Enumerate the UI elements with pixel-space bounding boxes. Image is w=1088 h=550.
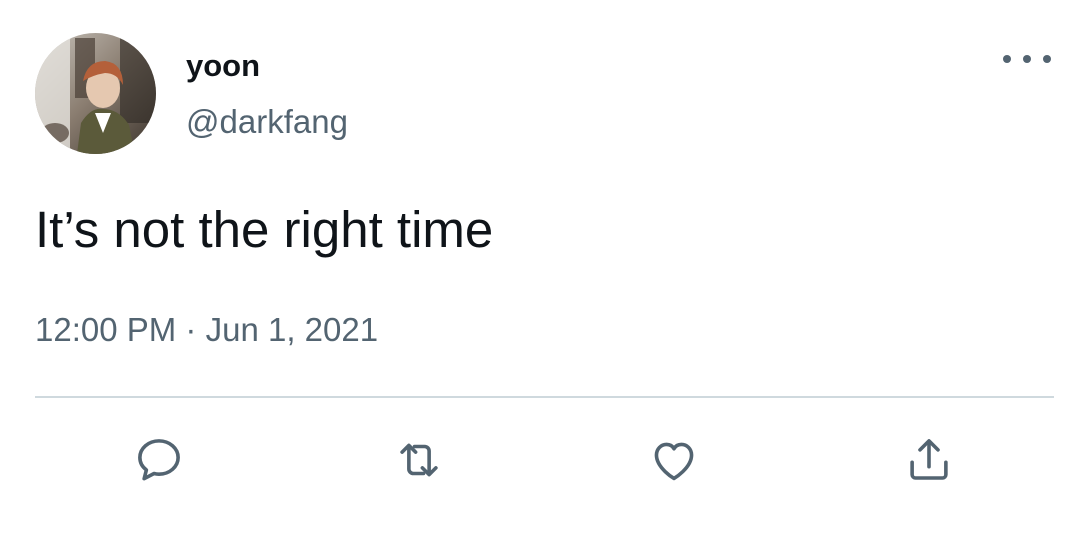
meta-separator: · bbox=[185, 311, 197, 348]
more-dot-icon bbox=[1043, 55, 1051, 63]
tweet-date: Jun 1, 2021 bbox=[205, 311, 379, 348]
divider bbox=[35, 396, 1054, 398]
avatar[interactable] bbox=[35, 33, 156, 154]
user-handle[interactable]: @darkfang bbox=[186, 101, 348, 143]
heart-icon bbox=[654, 442, 694, 481]
more-options-button[interactable] bbox=[1003, 44, 1051, 74]
reply-button[interactable] bbox=[131, 432, 187, 488]
share-upload-icon bbox=[910, 439, 948, 480]
display-name[interactable]: yoon bbox=[186, 46, 260, 86]
like-button[interactable] bbox=[646, 432, 702, 488]
tweet-card: yoon @darkfang It’s not the right time 1… bbox=[0, 0, 1088, 550]
tweet-text: It’s not the right time bbox=[35, 201, 494, 258]
more-dot-icon bbox=[1023, 55, 1031, 63]
avatar-photo bbox=[35, 33, 156, 154]
more-dot-icon bbox=[1003, 55, 1011, 63]
tweet-timestamp[interactable]: 12:00 PM · Jun 1, 2021 bbox=[35, 309, 378, 351]
retweet-arrows-icon bbox=[400, 443, 438, 477]
retweet-button[interactable] bbox=[391, 432, 447, 488]
share-button[interactable] bbox=[901, 432, 957, 488]
speech-bubble-icon bbox=[138, 439, 180, 481]
tweet-time: 12:00 PM bbox=[35, 311, 177, 348]
